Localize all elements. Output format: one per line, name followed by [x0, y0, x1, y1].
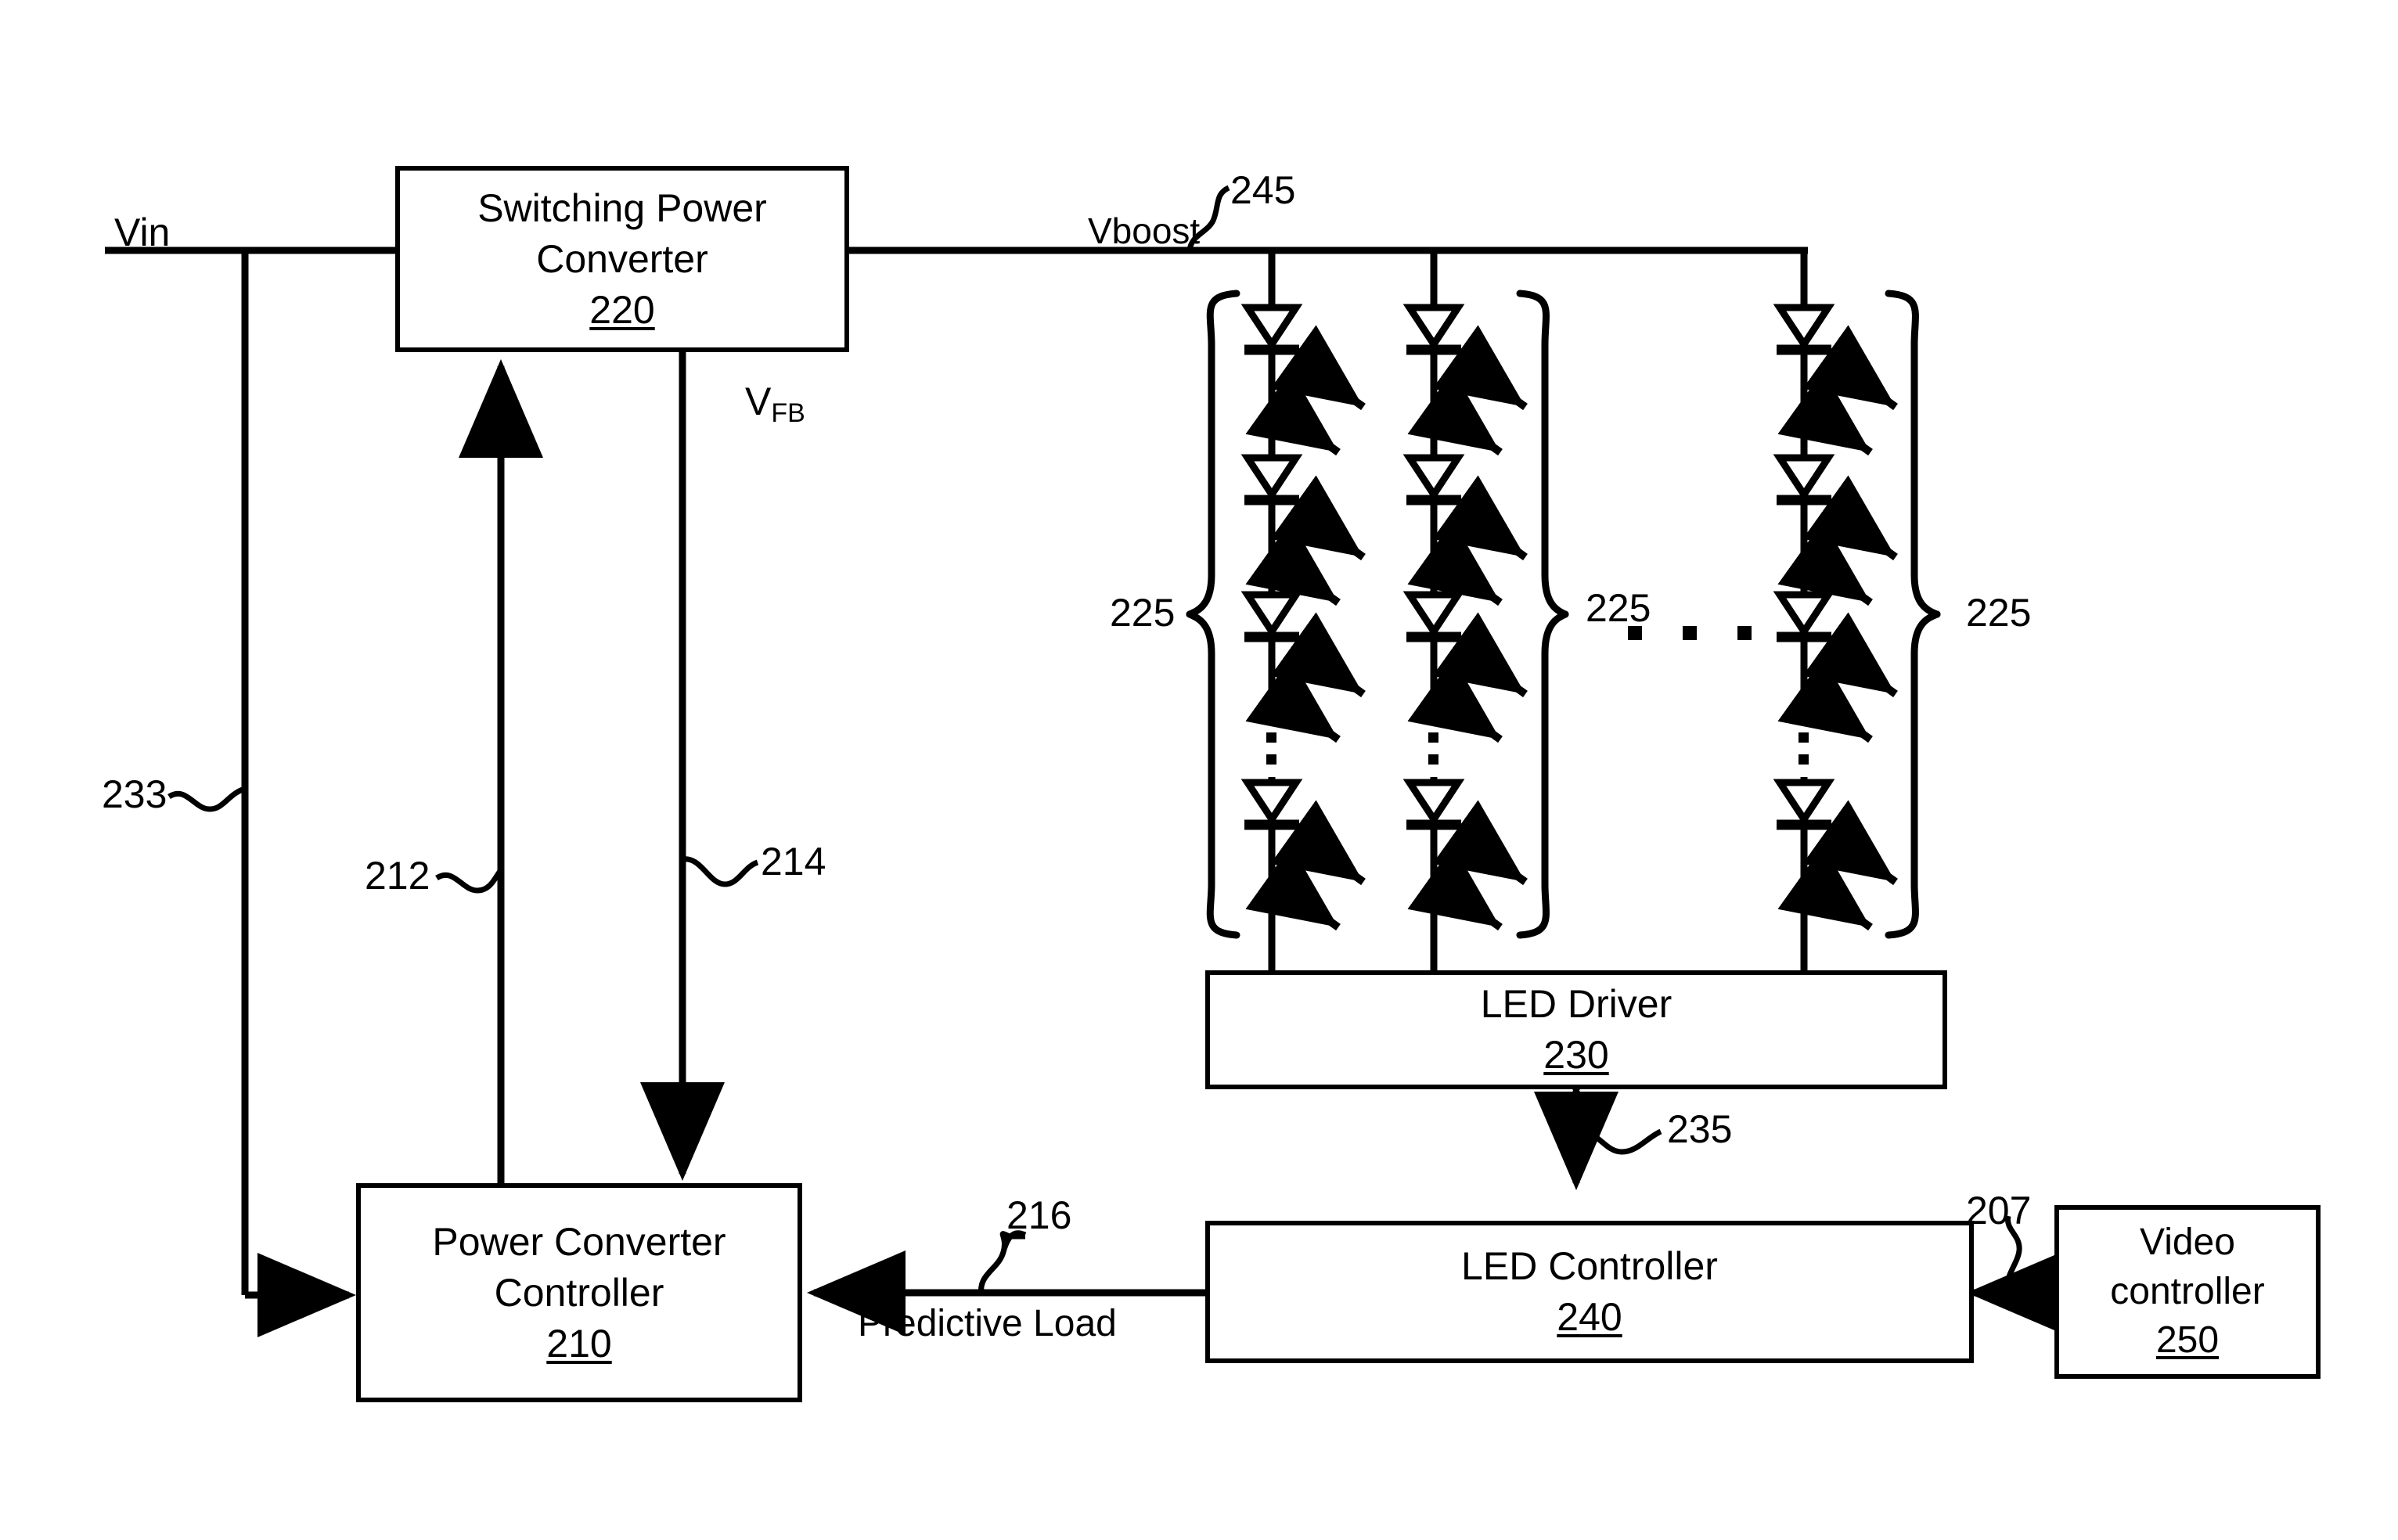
block-led-controller[interactable]: LED Controller 240 [1205, 1221, 1974, 1363]
label-vfb: VFB [745, 380, 805, 426]
led-string-3 [1773, 250, 1898, 970]
led-controller-ref: 240 [1557, 1295, 1622, 1339]
video-controller-line2: controller [2110, 1270, 2265, 1312]
vfb-subscript: FB [771, 398, 805, 428]
ref-245: 245 [1230, 168, 1296, 212]
brace-led-string-left [1186, 290, 1240, 939]
block-video-controller[interactable]: Video controller 250 [2054, 1205, 2321, 1379]
block-power-converter-controller[interactable]: Power Converter Controller 210 [356, 1183, 802, 1402]
label-vin: Vin [114, 210, 171, 254]
switching-power-converter-line1: Switching Power [477, 185, 767, 230]
label-predictive-load: Predictive Load [858, 1303, 1117, 1344]
block-led-driver[interactable]: LED Driver 230 [1205, 970, 1947, 1089]
ref-225-left: 225 [1110, 591, 1176, 635]
ref-225-right: 225 [1966, 591, 2032, 635]
power-converter-controller-line1: Power Converter [432, 1219, 726, 1264]
ref-233: 233 [102, 772, 167, 816]
ref-225-middle: 225 [1586, 586, 1651, 630]
switching-power-converter-line2: Converter [536, 236, 708, 281]
vfb-base: V [745, 380, 772, 423]
ref-207: 207 [1966, 1189, 2032, 1232]
patent-figure-canvas: Switching Power Converter 220 Power Conv… [0, 0, 2398, 1540]
led-driver-ref: 230 [1543, 1033, 1609, 1077]
brace-led-string-right [1885, 290, 1941, 939]
brace-led-string-middle [1516, 290, 1569, 939]
ref-212: 212 [365, 854, 430, 898]
block-switching-power-converter[interactable]: Switching Power Converter 220 [395, 166, 849, 352]
ref-214: 214 [761, 840, 826, 883]
power-converter-controller-line2: Controller [494, 1270, 664, 1315]
led-string-2 [1402, 250, 1528, 970]
leader-235 [1575, 1128, 1662, 1155]
leader-233 [167, 786, 247, 812]
led-controller-line1: LED Controller [1461, 1244, 1718, 1288]
label-vboost: Vboost [1088, 210, 1201, 251]
power-converter-controller-ref: 210 [546, 1321, 612, 1365]
leader-214 [682, 856, 759, 887]
leader-216 [978, 1230, 1027, 1295]
video-controller-line1: Video [2140, 1222, 2235, 1264]
led-driver-line1: LED Driver [1480, 982, 1672, 1026]
video-controller-ref: 250 [2155, 1319, 2220, 1362]
led-string-1 [1240, 250, 1366, 970]
ref-216: 216 [1006, 1193, 1072, 1237]
leader-212 [435, 868, 503, 894]
switching-power-converter-ref: 220 [589, 287, 655, 332]
ref-235: 235 [1667, 1107, 1733, 1151]
